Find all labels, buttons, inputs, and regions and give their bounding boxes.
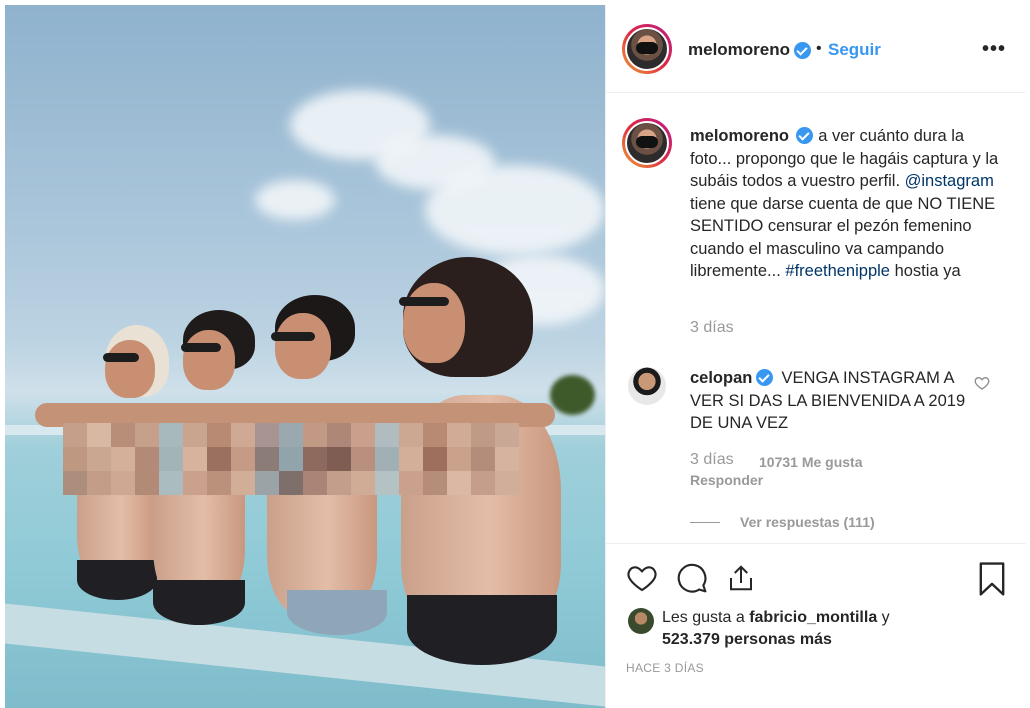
comment: celopan VENGA INSTAGRAM A VER SI DAS LA …	[690, 367, 980, 435]
like-heart-icon[interactable]	[626, 562, 658, 594]
verified-badge-icon	[794, 42, 811, 59]
caption-text: hostia ya	[894, 262, 961, 280]
more-options-icon[interactable]: •••	[982, 38, 1006, 61]
comment-likes-count[interactable]: 10731 Me gusta	[759, 454, 863, 470]
caption: melomoreno a ver cuánto dura la foto... …	[690, 125, 1000, 283]
caption-mention-link[interactable]: @instagram	[905, 172, 994, 190]
comment-bubble-icon[interactable]	[676, 562, 708, 594]
likes-conj: y	[881, 609, 890, 626]
likes-count[interactable]: 523.379 personas más	[662, 631, 832, 648]
comment-like-heart-icon[interactable]	[974, 375, 990, 391]
caption-hashtag-link[interactable]: #freethenipple	[785, 262, 890, 280]
post-sidebar: melomoreno • Seguir ••• melomoreno a ver…	[605, 5, 1026, 708]
caption-timestamp[interactable]: 3 días	[690, 319, 734, 337]
post-photo[interactable]	[5, 5, 605, 708]
share-icon[interactable]	[726, 562, 756, 594]
caption-avatar[interactable]	[622, 118, 672, 168]
commenter-username[interactable]: celopan	[690, 369, 752, 387]
caption-username[interactable]: melomoreno	[690, 127, 789, 145]
censor-pixelation	[63, 423, 523, 501]
likes-prefix: Les gusta a	[662, 609, 745, 626]
view-replies-button[interactable]: Ver respuestas (111)	[740, 514, 875, 530]
commenter-avatar[interactable]	[628, 367, 666, 405]
cloud	[255, 180, 335, 220]
author-username[interactable]: melomoreno	[688, 40, 790, 60]
replies-divider	[690, 522, 720, 523]
verified-badge-icon	[756, 369, 773, 386]
cloud	[425, 165, 605, 255]
liker-avatar[interactable]	[628, 608, 654, 634]
liker-username[interactable]: fabricio_montilla	[749, 609, 877, 626]
separator-dot: •	[816, 40, 822, 57]
bookmark-save-icon[interactable]	[978, 562, 1006, 596]
post-header: melomoreno • Seguir •••	[606, 5, 1026, 93]
follow-button[interactable]: Seguir	[828, 40, 881, 60]
post-time-ago[interactable]: HACE 3 DÍAS	[626, 661, 704, 675]
palm-tree	[550, 375, 595, 415]
actions-section: Les gusta a fabricio_montilla y 523.379 …	[606, 543, 1026, 708]
author-avatar[interactable]	[622, 24, 672, 74]
likes-summary: Les gusta a fabricio_montilla y 523.379 …	[662, 607, 982, 651]
comment-timestamp[interactable]: 3 días	[690, 451, 734, 469]
reply-button[interactable]: Responder	[690, 472, 763, 488]
verified-badge-icon	[796, 127, 813, 144]
